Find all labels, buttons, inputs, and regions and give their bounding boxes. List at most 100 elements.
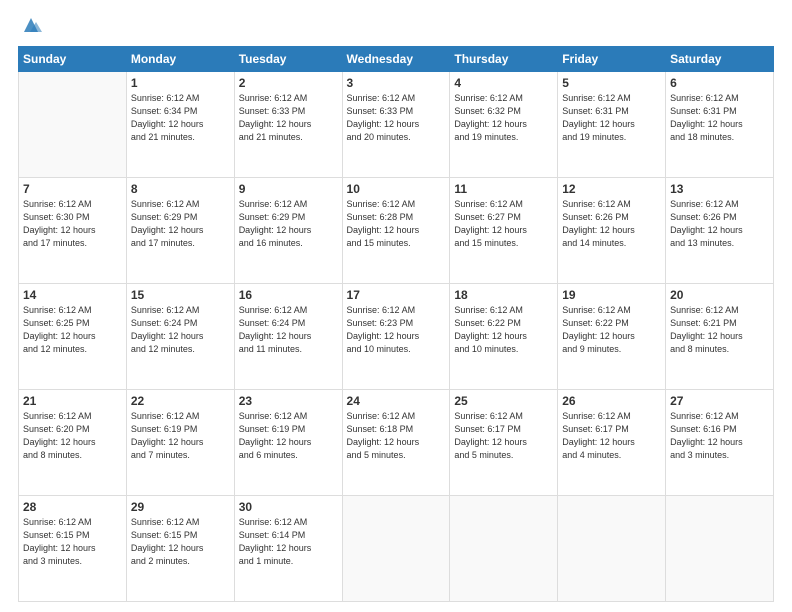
day-info: Sunrise: 6:12 AMSunset: 6:25 PMDaylight:…: [23, 304, 122, 356]
day-info: Sunrise: 6:12 AMSunset: 6:30 PMDaylight:…: [23, 198, 122, 250]
calendar-week-row: 28 Sunrise: 6:12 AMSunset: 6:15 PMDayligh…: [19, 496, 774, 602]
day-info: Sunrise: 6:12 AMSunset: 6:29 PMDaylight:…: [131, 198, 230, 250]
calendar-cell: 6Sunrise: 6:12 AMSunset: 6:31 PMDaylight…: [666, 72, 774, 178]
calendar-cell: 24 Sunrise: 6:12 AMSunset: 6:18 PMDayligh…: [342, 390, 450, 496]
calendar-cell: 17 Sunrise: 6:12 AMSunset: 6:23 PMDayligh…: [342, 284, 450, 390]
day-info: Sunrise: 6:12 AMSunset: 6:34 PMDaylight:…: [131, 92, 230, 144]
calendar-cell: 11Sunrise: 6:12 AMSunset: 6:27 PMDayligh…: [450, 178, 558, 284]
calendar-cell: [19, 72, 127, 178]
day-info: Sunrise: 6:12 AMSunset: 6:33 PMDaylight:…: [239, 92, 338, 144]
day-number: 30: [239, 500, 338, 514]
logo: [18, 16, 42, 36]
day-number: 29: [131, 500, 230, 514]
day-number: 14: [23, 288, 122, 302]
calendar-cell: 12Sunrise: 6:12 AMSunset: 6:26 PMDayligh…: [558, 178, 666, 284]
calendar-cell: 25 Sunrise: 6:12 AMSunset: 6:17 PMDayligh…: [450, 390, 558, 496]
day-info: Sunrise: 6:12 AMSunset: 6:21 PMDaylight:…: [670, 304, 769, 356]
day-number: 16: [239, 288, 338, 302]
day-number: 26: [562, 394, 661, 408]
calendar-day-header: Friday: [558, 47, 666, 72]
day-number: 28: [23, 500, 122, 514]
day-info: Sunrise: 6:12 AMSunset: 6:19 PMDaylight:…: [131, 410, 230, 462]
calendar-table: SundayMondayTuesdayWednesdayThursdayFrid…: [18, 46, 774, 602]
calendar-day-header: Sunday: [19, 47, 127, 72]
calendar-cell: 29 Sunrise: 6:12 AMSunset: 6:15 PMDayligh…: [126, 496, 234, 602]
calendar-cell: 26 Sunrise: 6:12 AMSunset: 6:17 PMDayligh…: [558, 390, 666, 496]
calendar-day-header: Tuesday: [234, 47, 342, 72]
calendar-cell: 20 Sunrise: 6:12 AMSunset: 6:21 PMDayligh…: [666, 284, 774, 390]
day-info: Sunrise: 6:12 AMSunset: 6:28 PMDaylight:…: [347, 198, 446, 250]
day-info: Sunrise: 6:12 AMSunset: 6:23 PMDaylight:…: [347, 304, 446, 356]
calendar-cell: 19 Sunrise: 6:12 AMSunset: 6:22 PMDayligh…: [558, 284, 666, 390]
calendar-week-row: 7 Sunrise: 6:12 AMSunset: 6:30 PMDaylight…: [19, 178, 774, 284]
calendar-day-header: Thursday: [450, 47, 558, 72]
calendar-cell: 5Sunrise: 6:12 AMSunset: 6:31 PMDaylight…: [558, 72, 666, 178]
calendar-cell: 4 Sunrise: 6:12 AMSunset: 6:32 PMDaylight…: [450, 72, 558, 178]
calendar-cell: 1 Sunrise: 6:12 AMSunset: 6:34 PMDaylight…: [126, 72, 234, 178]
calendar-cell: 7 Sunrise: 6:12 AMSunset: 6:30 PMDaylight…: [19, 178, 127, 284]
day-info: Sunrise: 6:12 AMSunset: 6:24 PMDaylight:…: [131, 304, 230, 356]
calendar-cell: 9 Sunrise: 6:12 AMSunset: 6:29 PMDaylight…: [234, 178, 342, 284]
calendar-cell: 13 Sunrise: 6:12 AMSunset: 6:26 PMDayligh…: [666, 178, 774, 284]
calendar-cell: 23 Sunrise: 6:12 AMSunset: 6:19 PMDayligh…: [234, 390, 342, 496]
calendar-cell: 30 Sunrise: 6:12 AMSunset: 6:14 PMDayligh…: [234, 496, 342, 602]
calendar-cell: 8 Sunrise: 6:12 AMSunset: 6:29 PMDaylight…: [126, 178, 234, 284]
calendar-cell: 21 Sunrise: 6:12 AMSunset: 6:20 PMDayligh…: [19, 390, 127, 496]
day-number: 19: [562, 288, 661, 302]
day-number: 25: [454, 394, 553, 408]
day-info: Sunrise: 6:12 AMSunset: 6:16 PMDaylight:…: [670, 410, 769, 462]
day-number: 7: [23, 182, 122, 196]
day-info: Sunrise: 6:12 AMSunset: 6:19 PMDaylight:…: [239, 410, 338, 462]
day-number: 18: [454, 288, 553, 302]
logo-icon: [20, 14, 42, 36]
header: [18, 16, 774, 36]
calendar-cell: [342, 496, 450, 602]
calendar-cell: 22 Sunrise: 6:12 AMSunset: 6:19 PMDayligh…: [126, 390, 234, 496]
calendar-cell: 28 Sunrise: 6:12 AMSunset: 6:15 PMDayligh…: [19, 496, 127, 602]
day-info: Sunrise: 6:12 AMSunset: 6:24 PMDaylight:…: [239, 304, 338, 356]
day-info: Sunrise: 6:12 AMSunset: 6:17 PMDaylight:…: [562, 410, 661, 462]
calendar-week-row: 21 Sunrise: 6:12 AMSunset: 6:20 PMDayligh…: [19, 390, 774, 496]
day-number: 1: [131, 76, 230, 90]
day-number: 22: [131, 394, 230, 408]
day-number: 2: [239, 76, 338, 90]
day-info: Sunrise: 6:12 AMSunset: 6:20 PMDaylight:…: [23, 410, 122, 462]
day-number: 24: [347, 394, 446, 408]
calendar-cell: [666, 496, 774, 602]
page: SundayMondayTuesdayWednesdayThursdayFrid…: [0, 0, 792, 612]
day-info: Sunrise: 6:12 AMSunset: 6:15 PMDaylight:…: [23, 516, 122, 568]
calendar-cell: 14 Sunrise: 6:12 AMSunset: 6:25 PMDayligh…: [19, 284, 127, 390]
day-number: 10: [347, 182, 446, 196]
day-info: Sunrise: 6:12 AMSunset: 6:14 PMDaylight:…: [239, 516, 338, 568]
calendar-cell: 27 Sunrise: 6:12 AMSunset: 6:16 PMDayligh…: [666, 390, 774, 496]
day-number: 23: [239, 394, 338, 408]
calendar-week-row: 14 Sunrise: 6:12 AMSunset: 6:25 PMDayligh…: [19, 284, 774, 390]
day-info: Sunrise: 6:12 AMSunset: 6:29 PMDaylight:…: [239, 198, 338, 250]
calendar-week-row: 1 Sunrise: 6:12 AMSunset: 6:34 PMDaylight…: [19, 72, 774, 178]
calendar-cell: 16 Sunrise: 6:12 AMSunset: 6:24 PMDayligh…: [234, 284, 342, 390]
day-info: Sunrise: 6:12 AMSunset: 6:22 PMDaylight:…: [562, 304, 661, 356]
calendar-cell: 10 Sunrise: 6:12 AMSunset: 6:28 PMDayligh…: [342, 178, 450, 284]
day-number: 20: [670, 288, 769, 302]
day-number: 12: [562, 182, 661, 196]
day-info: Sunrise: 6:12 AMSunset: 6:31 PMDaylight:…: [562, 92, 661, 144]
day-number: 21: [23, 394, 122, 408]
day-number: 17: [347, 288, 446, 302]
day-number: 8: [131, 182, 230, 196]
day-info: Sunrise: 6:12 AMSunset: 6:17 PMDaylight:…: [454, 410, 553, 462]
calendar-cell: 3Sunrise: 6:12 AMSunset: 6:33 PMDaylight…: [342, 72, 450, 178]
day-number: 13: [670, 182, 769, 196]
day-number: 9: [239, 182, 338, 196]
day-number: 4: [454, 76, 553, 90]
day-info: Sunrise: 6:12 AMSunset: 6:32 PMDaylight:…: [454, 92, 553, 144]
day-number: 6: [670, 76, 769, 90]
day-info: Sunrise: 6:12 AMSunset: 6:15 PMDaylight:…: [131, 516, 230, 568]
day-info: Sunrise: 6:12 AMSunset: 6:26 PMDaylight:…: [670, 198, 769, 250]
calendar-header-row: SundayMondayTuesdayWednesdayThursdayFrid…: [19, 47, 774, 72]
calendar-cell: [450, 496, 558, 602]
calendar-cell: 15Sunrise: 6:12 AMSunset: 6:24 PMDayligh…: [126, 284, 234, 390]
calendar-day-header: Saturday: [666, 47, 774, 72]
calendar-cell: 2 Sunrise: 6:12 AMSunset: 6:33 PMDaylight…: [234, 72, 342, 178]
day-number: 27: [670, 394, 769, 408]
day-info: Sunrise: 6:12 AMSunset: 6:18 PMDaylight:…: [347, 410, 446, 462]
